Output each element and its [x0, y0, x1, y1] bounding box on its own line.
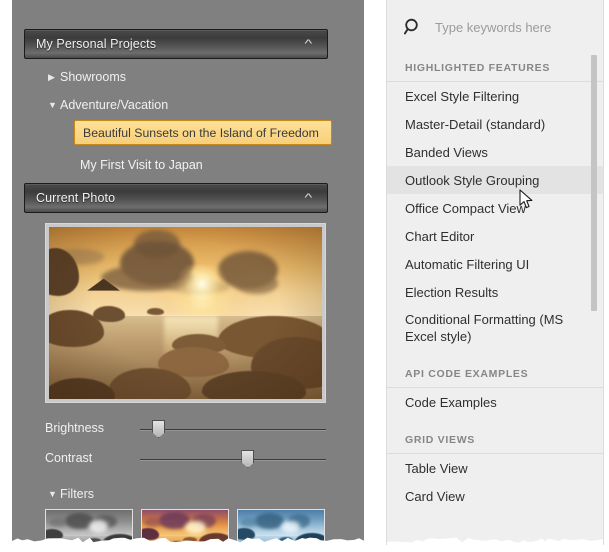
right-panel: HIGHLIGHTED FEATURES Excel Style Filterin…: [386, 0, 604, 545]
feature-list-item-label: Office Compact View: [405, 200, 526, 217]
feature-list-item[interactable]: Table View: [387, 454, 603, 482]
filters-label: Filters: [60, 487, 94, 501]
feature-list-item-label: Automatic Filtering UI: [405, 256, 529, 273]
search-bar[interactable]: [387, 0, 603, 54]
feature-list-item-label: Election Results: [405, 284, 498, 301]
thumbnail-image: [142, 510, 228, 545]
tree-item-label: Beautiful Sunsets on the Island of Freed…: [83, 126, 319, 140]
feature-list-item-label: Excel Style Filtering: [405, 88, 519, 105]
feature-list-item-label: Outlook Style Grouping: [405, 172, 539, 189]
tree-item-showrooms[interactable]: ▶ Showrooms: [48, 70, 126, 84]
brightness-slider-track[interactable]: [140, 429, 326, 430]
contrast-label: Contrast: [45, 451, 92, 465]
photo-vignette: [49, 227, 322, 399]
cool-blue-filter-thumbnail[interactable]: [237, 509, 325, 545]
expand-collapse-triangle-icon[interactable]: ▼: [48, 101, 60, 110]
feature-list-item[interactable]: Conditional Formatting (MS Excel style): [387, 306, 603, 350]
section-header-title: Current Photo: [25, 191, 309, 205]
feature-list-item[interactable]: Card View: [387, 482, 603, 510]
contrast-slider-track[interactable]: [140, 459, 326, 460]
scrollbar-thumb[interactable]: [591, 55, 597, 311]
tree-item-beautiful-sunsets-selected[interactable]: Beautiful Sunsets on the Island of Freed…: [74, 120, 332, 145]
torn-paper-edge-right: [387, 535, 603, 545]
filters-section-toggle[interactable]: ▼ Filters: [48, 487, 94, 501]
feature-list-item-label: Master-Detail (standard): [405, 116, 545, 133]
tree-item-label: Adventure/Vacation: [60, 98, 168, 112]
current-photo-frame: [45, 223, 326, 403]
feature-list-item-label: Conditional Formatting (MS Excel style): [405, 311, 581, 345]
section-header-title: My Personal Projects: [25, 37, 309, 51]
section-header-my-personal-projects[interactable]: My Personal Projects ^: [24, 29, 328, 59]
feature-list-item[interactable]: Chart Editor: [387, 222, 603, 250]
search-input[interactable]: [433, 19, 587, 36]
warm-sepia-filter-thumbnail[interactable]: [141, 509, 229, 545]
tree-item-my-first-visit-to-japan[interactable]: My First Visit to Japan: [80, 158, 203, 172]
sunset-seascape-photo: [49, 227, 322, 399]
tree-item-label: Showrooms: [60, 70, 126, 84]
search-icon: [403, 17, 423, 37]
section-header-current-photo[interactable]: Current Photo ^: [24, 183, 328, 213]
chevron-up-icon[interactable]: ^: [304, 39, 331, 50]
thumbnail-image: [238, 510, 324, 545]
contrast-slider-thumb[interactable]: [241, 450, 254, 468]
screenshot-root: My Personal Projects ^ ▶ Showrooms ▼ Adv…: [0, 0, 609, 552]
group-title: API CODE EXAMPLES: [405, 368, 528, 380]
brightness-slider-thumb[interactable]: [152, 420, 165, 438]
chevron-up-icon[interactable]: ^: [304, 193, 331, 204]
tree-item-adventure-vacation[interactable]: ▼ Adventure/Vacation: [48, 98, 168, 112]
feature-list-item[interactable]: Banded Views: [387, 138, 603, 166]
group-title: HIGHLIGHTED FEATURES: [405, 62, 550, 74]
feature-list-item[interactable]: Master-Detail (standard): [387, 110, 603, 138]
feature-list-item[interactable]: Excel Style Filtering: [387, 82, 603, 110]
feature-list-item-label: Table View: [405, 460, 468, 477]
expand-collapse-triangle-icon[interactable]: ▼: [48, 490, 60, 499]
feature-list-item[interactable]: Office Compact View: [387, 194, 603, 222]
expand-collapse-triangle-icon[interactable]: ▶: [48, 73, 60, 82]
tree-item-label: My First Visit to Japan: [80, 158, 203, 172]
feature-list-item[interactable]: Code Examples: [387, 388, 603, 416]
feature-list-item[interactable]: Automatic Filtering UI: [387, 250, 603, 278]
feature-list-item-label: Banded Views: [405, 144, 488, 161]
feature-list-item-label: Card View: [405, 488, 465, 505]
feature-list-item[interactable]: Outlook Style Grouping: [387, 166, 603, 194]
left-panel: My Personal Projects ^ ▶ Showrooms ▼ Adv…: [12, 0, 364, 545]
thumbnail-image: [46, 510, 132, 545]
brightness-label: Brightness: [45, 421, 104, 435]
feature-list-item[interactable]: Election Results: [387, 278, 603, 306]
group-title: GRID VIEWS: [405, 434, 475, 446]
feature-list-item-label: Code Examples: [405, 394, 497, 411]
grayscale-filter-thumbnail[interactable]: [45, 509, 133, 545]
feature-list-item-label: Chart Editor: [405, 228, 474, 245]
